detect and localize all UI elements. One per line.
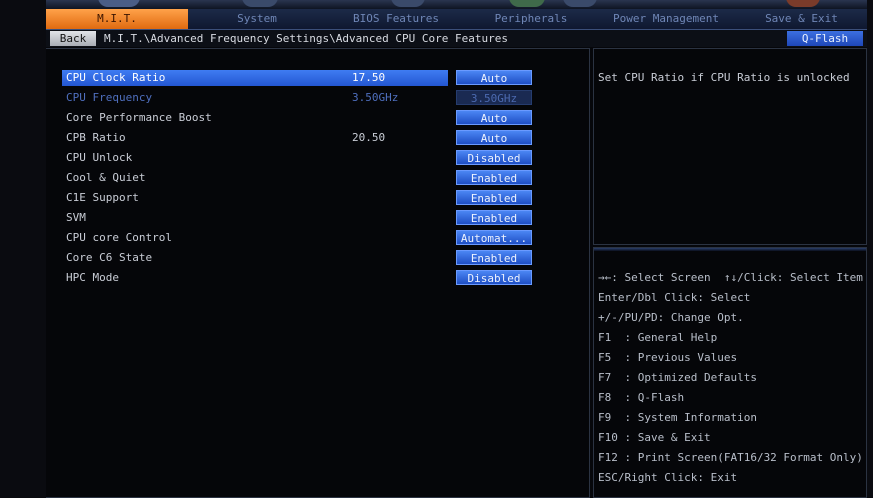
option-button[interactable]: Auto	[456, 110, 532, 125]
option-button[interactable]: Enabled	[456, 210, 532, 225]
save-exit-icon	[786, 0, 820, 7]
key-hint: F8 : Q-Flash	[598, 391, 685, 404]
tab-power-management[interactable]: Power Management	[596, 9, 736, 29]
setting-value: 3.50GHz	[352, 91, 399, 104]
setting-row-hpc-mode[interactable]: HPC Mode Disabled	[62, 269, 582, 287]
setting-label: CPU core Control	[66, 231, 172, 244]
panel-divider	[594, 248, 866, 251]
option-button[interactable]: Auto	[456, 70, 532, 85]
setting-row-cpu-unlock[interactable]: CPU Unlock Disabled	[62, 149, 582, 167]
option-button: 3.50GHz	[456, 90, 532, 105]
key-legend-panel: →←: Select Screen ↑↓/Click: Select Item …	[593, 247, 867, 498]
setting-label: SVM	[66, 211, 86, 224]
option-button[interactable]: Enabled	[456, 170, 532, 185]
tab-peripherals[interactable]: Peripherals	[466, 9, 596, 29]
bios-screen: M.I.T. System BIOS Features Peripherals …	[46, 0, 867, 498]
setting-row-svm[interactable]: SVM Enabled	[62, 209, 582, 227]
tab-mit[interactable]: M.I.T.	[46, 9, 188, 29]
key-hint: F10 : Save & Exit	[598, 431, 711, 444]
setting-row-c1e-support[interactable]: C1E Support Enabled	[62, 189, 582, 207]
navigation-bar: Back M.I.T.\Advanced Frequency Settings\…	[46, 30, 867, 47]
setting-label: Core C6 State	[66, 251, 153, 264]
setting-label: CPB Ratio	[66, 131, 126, 144]
option-button[interactable]: Enabled	[456, 250, 532, 265]
setting-row-cool-quiet[interactable]: Cool & Quiet Enabled	[62, 169, 582, 187]
settings-panel: CPU Clock Ratio 17.50 Auto CPU Frequency…	[46, 48, 590, 498]
option-button[interactable]: Disabled	[456, 270, 532, 285]
power-icon	[563, 0, 597, 7]
option-button[interactable]: Disabled	[456, 150, 532, 165]
setting-value: 17.50	[352, 71, 386, 84]
key-hint: F9 : System Information	[598, 411, 757, 424]
help-text: Set CPU Ratio if CPU Ratio is unlocked	[598, 71, 850, 84]
key-hint: F12 : Print Screen(FAT16/32 Format Only)	[598, 451, 863, 464]
key-hint: →←: Select Screen ↑↓/Click: Select Item	[598, 271, 863, 284]
tab-bios-features[interactable]: BIOS Features	[326, 9, 466, 29]
tab-bar: M.I.T. System BIOS Features Peripherals …	[46, 9, 867, 30]
setting-row-core-c6-state[interactable]: Core C6 State Enabled	[62, 249, 582, 267]
key-hint: F7 : Optimized Defaults	[598, 371, 757, 384]
setting-label: CPU Unlock	[66, 151, 133, 164]
peripherals-icon	[509, 0, 545, 7]
key-hint: F1 : General Help	[598, 331, 718, 344]
back-button[interactable]: Back	[50, 31, 96, 46]
mit-icon	[98, 0, 140, 7]
key-hint: +/-/PU/PD: Change Opt.	[598, 311, 744, 324]
qflash-button[interactable]: Q-Flash	[787, 31, 863, 46]
setting-value: 20.50	[352, 131, 386, 144]
setting-label: Cool & Quiet	[66, 171, 146, 184]
option-button[interactable]: Enabled	[456, 190, 532, 205]
tab-system[interactable]: System	[188, 9, 326, 29]
key-hint: F5 : Previous Values	[598, 351, 738, 364]
setting-label: C1E Support	[66, 191, 139, 204]
key-hint: Enter/Dbl Click: Select	[598, 291, 751, 304]
help-panel: Set CPU Ratio if CPU Ratio is unlocked	[593, 48, 867, 245]
setting-row-cpu-core-control[interactable]: CPU core Control Automat...	[62, 229, 582, 247]
top-icon-strip	[46, 0, 867, 9]
option-button[interactable]: Automat...	[456, 230, 532, 245]
setting-row-cpu-frequency: CPU Frequency 3.50GHz 3.50GHz	[62, 89, 582, 107]
tab-save-exit[interactable]: Save & Exit	[736, 9, 867, 29]
key-hint: ESC/Right Click: Exit	[598, 471, 738, 484]
breadcrumb: M.I.T.\Advanced Frequency Settings\Advan…	[104, 32, 508, 45]
setting-label: Core Performance Boost	[66, 111, 212, 124]
bios-icon	[391, 0, 425, 7]
setting-row-core-performance-boost[interactable]: Core Performance Boost Auto	[62, 109, 582, 127]
setting-label: CPU Frequency	[66, 91, 153, 104]
system-icon	[242, 0, 278, 7]
setting-row-cpb-ratio[interactable]: CPB Ratio 20.50 Auto	[62, 129, 582, 147]
option-button[interactable]: Auto	[456, 130, 532, 145]
setting-label: CPU Clock Ratio	[66, 71, 166, 84]
setting-label: HPC Mode	[66, 271, 119, 284]
setting-row-cpu-clock-ratio[interactable]: CPU Clock Ratio 17.50 Auto	[62, 69, 582, 87]
